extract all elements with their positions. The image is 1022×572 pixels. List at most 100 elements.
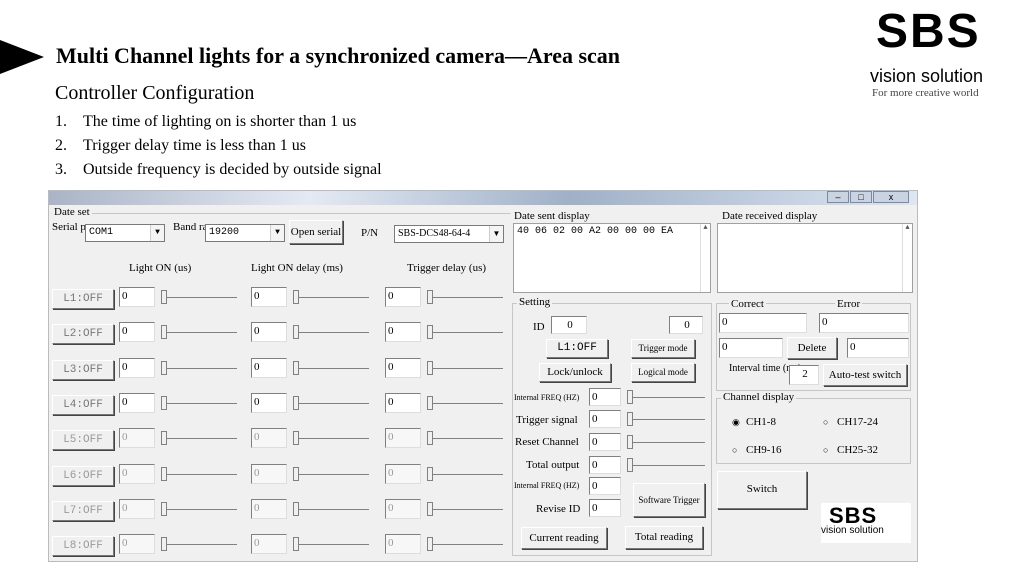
- reset-channel-slider[interactable]: [627, 435, 705, 449]
- channel-light-on-input[interactable]: 0: [119, 322, 155, 342]
- logical-mode-button[interactable]: Logical mode: [631, 363, 695, 382]
- received-display-text[interactable]: ▲: [717, 223, 913, 293]
- channel-trigger-delay-input[interactable]: 0: [385, 464, 421, 484]
- reset-channel-input[interactable]: 0: [589, 433, 621, 451]
- channel-light-on-delay-input[interactable]: 0: [251, 287, 287, 307]
- scrollbar[interactable]: ▲: [902, 224, 912, 292]
- radio-ch17-24[interactable]: ○ CH17-24: [823, 416, 878, 428]
- channel-light-on-delay-input[interactable]: 0: [251, 393, 287, 413]
- revise-id-input[interactable]: 0: [589, 499, 621, 517]
- software-trigger-button[interactable]: Software Trigger: [633, 483, 705, 517]
- radio-ch9-16[interactable]: ○ CH9-16: [732, 444, 781, 456]
- channel-trigger-delay-input[interactable]: 0: [385, 358, 421, 378]
- channel-toggle-button[interactable]: L1:OFF: [52, 289, 114, 309]
- internal-freq-slider[interactable]: [627, 390, 705, 404]
- channel-trigger-delay-slider[interactable]: [427, 502, 503, 516]
- channel-light-on-slider[interactable]: [161, 325, 237, 339]
- serial-port-select[interactable]: COM1 ▼: [85, 224, 165, 242]
- chevron-down-icon: ▼: [270, 225, 284, 241]
- current-reading-button[interactable]: Current reading: [521, 527, 607, 549]
- open-serial-button[interactable]: Open serial: [289, 220, 343, 244]
- stats-field-3[interactable]: 0: [719, 338, 783, 358]
- channel-trigger-delay-input[interactable]: 0: [385, 393, 421, 413]
- radio-ch25-32[interactable]: ○ CH25-32: [823, 444, 878, 456]
- maximize-icon[interactable]: □: [850, 191, 872, 203]
- channel-toggle-button[interactable]: L8:OFF: [52, 536, 114, 556]
- channel-light-on-slider[interactable]: [161, 361, 237, 375]
- id-input[interactable]: 0: [551, 316, 587, 334]
- band-rate-select[interactable]: 19200 ▼: [205, 224, 285, 242]
- total-output-slider[interactable]: [627, 458, 705, 472]
- channel-trigger-delay-slider[interactable]: [427, 290, 503, 304]
- radio-ch1-8[interactable]: ◉ CH1-8: [732, 416, 776, 428]
- error-count-field[interactable]: 0: [819, 313, 909, 333]
- channel-light-on-delay-slider[interactable]: [293, 290, 369, 304]
- auto-test-switch-button[interactable]: Auto-test switch: [823, 364, 907, 386]
- channel-light-on-slider[interactable]: [161, 502, 237, 516]
- channel-toggle-button[interactable]: L4:OFF: [52, 395, 114, 415]
- channel-toggle-button[interactable]: L6:OFF: [52, 466, 114, 486]
- stats-field-4[interactable]: 0: [847, 338, 909, 358]
- channel-light-on-delay-input[interactable]: 0: [251, 428, 287, 448]
- channel-light-on-slider[interactable]: [161, 290, 237, 304]
- channel-toggle-button[interactable]: L5:OFF: [52, 430, 114, 450]
- channel-light-on-delay-slider[interactable]: [293, 502, 369, 516]
- channel-light-on-input[interactable]: 0: [119, 358, 155, 378]
- channel-light-on-delay-slider[interactable]: [293, 537, 369, 551]
- total-reading-button[interactable]: Total reading: [625, 526, 703, 549]
- channel-light-on-input[interactable]: 0: [119, 464, 155, 484]
- scrollbar[interactable]: ▲: [700, 224, 710, 292]
- channel-trigger-delay-input[interactable]: 0: [385, 322, 421, 342]
- channel-light-on-slider[interactable]: [161, 431, 237, 445]
- channel-trigger-delay-input[interactable]: 0: [385, 428, 421, 448]
- channel-light-on-slider[interactable]: [161, 537, 237, 551]
- channel-trigger-delay-input[interactable]: 0: [385, 534, 421, 554]
- channel-trigger-delay-slider[interactable]: [427, 361, 503, 375]
- channel-light-on-delay-input[interactable]: 0: [251, 322, 287, 342]
- channel-light-on-delay-input[interactable]: 0: [251, 499, 287, 519]
- channel-light-on-delay-input[interactable]: 0: [251, 464, 287, 484]
- correct-count-field[interactable]: 0: [719, 313, 807, 333]
- chevron-down-icon: ▼: [489, 226, 503, 242]
- channel-trigger-delay-slider[interactable]: [427, 396, 503, 410]
- minimize-icon[interactable]: –: [827, 191, 849, 203]
- total-output-input[interactable]: 0: [589, 456, 621, 474]
- channel-trigger-delay-slider[interactable]: [427, 537, 503, 551]
- channel-light-on-delay-slider[interactable]: [293, 325, 369, 339]
- channel-light-on-slider[interactable]: [161, 396, 237, 410]
- channel-toggle-button[interactable]: L2:OFF: [52, 324, 114, 344]
- pn-select[interactable]: SBS-DCS48-64-4 ▼: [394, 225, 504, 243]
- channel-light-on-delay-slider[interactable]: [293, 396, 369, 410]
- lock-unlock-button[interactable]: Lock/unlock: [539, 363, 611, 382]
- interval-input[interactable]: 2: [789, 365, 819, 385]
- channel-light-on-input[interactable]: 0: [119, 428, 155, 448]
- channel-light-on-delay-input[interactable]: 0: [251, 534, 287, 554]
- channel-trigger-delay-slider[interactable]: [427, 431, 503, 445]
- channel-trigger-delay-slider[interactable]: [427, 325, 503, 339]
- trigger-signal-slider[interactable]: [627, 412, 705, 426]
- internal-freq-2-input[interactable]: 0: [589, 477, 621, 495]
- channel-light-on-delay-slider[interactable]: [293, 431, 369, 445]
- delete-button[interactable]: Delete: [787, 337, 837, 359]
- trigger-signal-input[interactable]: 0: [589, 410, 621, 428]
- channel-light-on-input[interactable]: 0: [119, 534, 155, 554]
- internal-freq-input[interactable]: 0: [589, 388, 621, 406]
- channel-light-on-delay-slider[interactable]: [293, 361, 369, 375]
- channel-light-on-input[interactable]: 0: [119, 287, 155, 307]
- close-icon[interactable]: x: [873, 191, 909, 203]
- channel-light-on-input[interactable]: 0: [119, 499, 155, 519]
- channel-light-on-input[interactable]: 0: [119, 393, 155, 413]
- channel-trigger-delay-input[interactable]: 0: [385, 287, 421, 307]
- l1-toggle-button[interactable]: L1:OFF: [546, 339, 608, 358]
- channel-light-on-slider[interactable]: [161, 467, 237, 481]
- switch-button[interactable]: Switch: [717, 471, 807, 509]
- channel-light-on-delay-input[interactable]: 0: [251, 358, 287, 378]
- id-input-2[interactable]: 0: [669, 316, 703, 334]
- channel-toggle-button[interactable]: L3:OFF: [52, 360, 114, 380]
- trigger-mode-button[interactable]: Trigger mode: [631, 339, 695, 358]
- channel-trigger-delay-input[interactable]: 0: [385, 499, 421, 519]
- channel-light-on-delay-slider[interactable]: [293, 467, 369, 481]
- channel-trigger-delay-slider[interactable]: [427, 467, 503, 481]
- channel-toggle-button[interactable]: L7:OFF: [52, 501, 114, 521]
- sent-display-text[interactable]: 40 06 02 00 A2 00 00 00 EA ▲: [513, 223, 711, 293]
